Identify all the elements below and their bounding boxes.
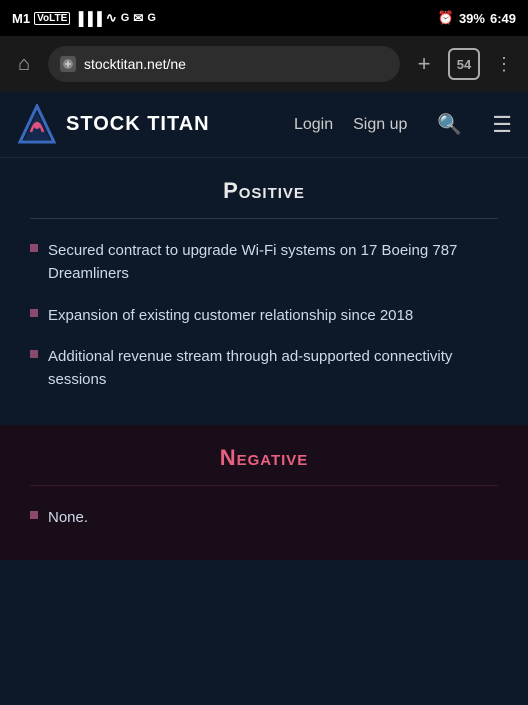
battery-label: 39% <box>459 11 485 26</box>
site-header: STOCK TITAN Login Sign up 🔍 ☰ <box>0 92 528 158</box>
site-icon <box>60 56 76 72</box>
menu-icon[interactable]: ☰ <box>492 112 512 138</box>
negative-divider <box>30 485 498 486</box>
tab-count-button[interactable]: 54 <box>448 48 480 80</box>
logo-text: STOCK TITAN <box>66 113 210 136</box>
list-item: Additional revenue stream through ad-sup… <box>30 345 498 392</box>
time-label: 6:49 <box>490 11 516 26</box>
bullet-icon <box>30 511 38 519</box>
positive-section: Positive Secured contract to upgrade Wi-… <box>0 158 528 421</box>
g-icon: G <box>121 12 130 24</box>
positive-item-3: Additional revenue stream through ad-sup… <box>48 345 498 392</box>
alarm-icon: ⏰ <box>438 10 454 26</box>
status-bar: M1 VoLTE ▐▐▐ ∿ G ✉ G ⏰ 39% 6:49 <box>0 0 528 36</box>
carrier-label: M1 <box>12 11 30 26</box>
negative-item-1: None. <box>48 506 88 529</box>
positive-list: Secured contract to upgrade Wi-Fi system… <box>30 239 498 391</box>
list-item: Expansion of existing customer relations… <box>30 304 498 327</box>
bullet-icon <box>30 244 38 252</box>
list-item: None. <box>30 506 498 529</box>
positive-item-1: Secured contract to upgrade Wi-Fi system… <box>48 239 498 286</box>
list-item: Secured contract to upgrade Wi-Fi system… <box>30 239 498 286</box>
browser-menu-button[interactable]: ⋮ <box>490 50 518 78</box>
address-bar[interactable]: stocktitan.net/ne <box>48 46 400 82</box>
volte-badge: VoLTE <box>34 12 70 25</box>
site-nav: Login Sign up 🔍 ☰ <box>294 112 512 138</box>
positive-title: Positive <box>30 178 498 204</box>
negative-list: None. <box>30 506 498 529</box>
negative-title: Negative <box>30 445 498 471</box>
whatsapp-icon: ✉ <box>133 11 143 25</box>
new-tab-button[interactable]: + <box>410 50 438 78</box>
home-button[interactable]: ⌂ <box>10 50 38 78</box>
url-text: stocktitan.net/ne <box>84 56 186 72</box>
wifi-icon: ∿ <box>106 10 117 26</box>
negative-section: Negative None. <box>0 425 528 559</box>
login-link[interactable]: Login <box>294 116 333 134</box>
logo-icon <box>16 104 58 146</box>
logo-area: STOCK TITAN <box>16 104 294 146</box>
positive-item-2: Expansion of existing customer relations… <box>48 304 413 327</box>
bullet-icon <box>30 309 38 317</box>
status-left: M1 VoLTE ▐▐▐ ∿ G ✉ G <box>12 10 156 26</box>
signal-icon: ▐▐▐ <box>74 11 102 26</box>
main-content: Positive Secured contract to upgrade Wi-… <box>0 158 528 705</box>
signup-link[interactable]: Sign up <box>353 116 407 134</box>
status-right: ⏰ 39% 6:49 <box>438 10 516 26</box>
bullet-icon <box>30 350 38 358</box>
data-icon: G <box>147 12 156 24</box>
browser-chrome: ⌂ stocktitan.net/ne + 54 ⋮ <box>0 36 528 92</box>
positive-divider <box>30 218 498 219</box>
search-icon[interactable]: 🔍 <box>437 112 462 137</box>
